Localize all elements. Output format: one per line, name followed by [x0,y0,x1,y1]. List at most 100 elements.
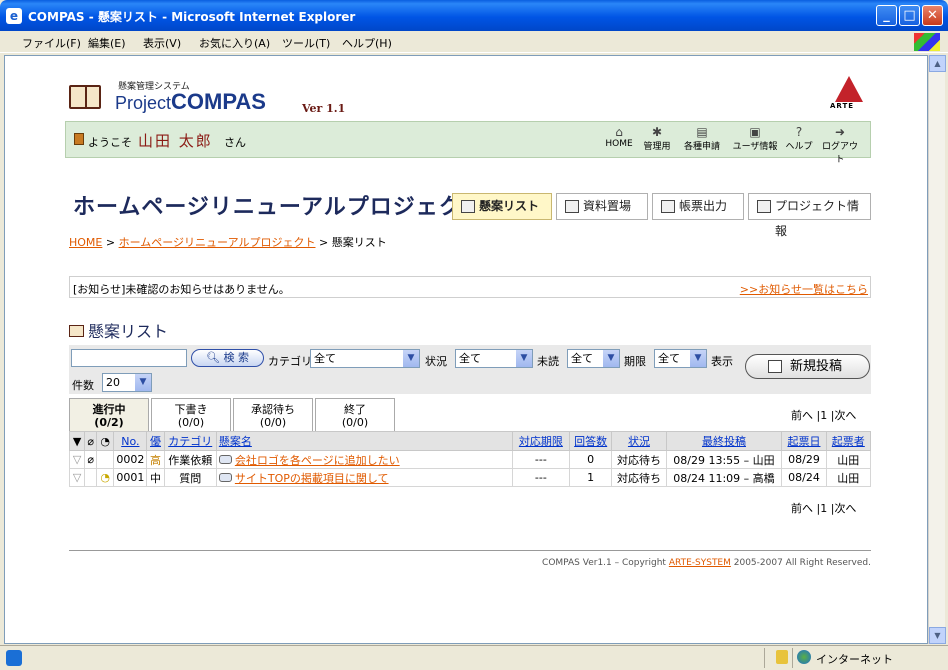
comment-icon: ◔ [96,468,115,487]
chevron-down-icon: ▼ [135,374,151,391]
notice-text: [お知らせ]未確認のお知らせはありません。 [73,283,290,296]
pager-next[interactable]: 次へ [834,502,856,515]
pager-top: 前へ |1 |次へ [791,409,857,422]
flag-column-icon[interactable]: ▼ [68,431,86,451]
deadline-select[interactable]: 全て ▼ [654,349,707,368]
row-no: 0001 [113,468,148,487]
menu-tools[interactable]: ツール(T) [282,35,330,51]
tab-project-info[interactable]: プロジェクト情報 [748,193,871,238]
column-title[interactable]: 懸案名 [215,431,513,451]
column-last-post[interactable]: 最終投稿 [665,431,783,451]
breadcrumb-separator: > [105,236,116,249]
pager-page[interactable]: 1 [820,502,827,515]
menu-favorites[interactable]: お気に入り(A) [199,35,270,51]
user-icon [74,133,84,145]
menu-edit[interactable]: 編集(E) [88,35,126,51]
count-select[interactable]: 20 ▼ [102,373,152,392]
nav-user-info[interactable]: ▣ ユーザ情報 [732,125,778,152]
nav-requests[interactable]: ▤ 各種申請 [681,125,723,152]
column-status[interactable]: 状況 [611,431,667,451]
status-tab-closed[interactable]: 終了 (0/0) [315,398,395,431]
status-tab-awaiting-approval[interactable]: 承認待ち (0/0) [233,398,313,431]
search-input[interactable] [71,349,187,367]
logout-icon: ➜ [834,125,846,139]
row-priority: 高 [146,450,165,469]
breadcrumb-separator: > [319,236,329,249]
row-created-date: 08/24 [781,468,827,487]
row-no: 0002 [113,450,148,469]
breadcrumb-current: 懸案リスト [331,236,387,249]
row-title-cell: サイトTOPの掲載項目に関して [215,468,513,487]
column-answers[interactable]: 回答数 [569,431,613,451]
maximize-button[interactable]: □ [899,5,920,26]
status-label: 状況 [425,355,447,368]
search-button[interactable]: 🔍︎ 検 索 [191,349,264,367]
attachment-column-icon[interactable]: ⌀ [84,431,98,451]
minimize-button[interactable]: _ [876,5,897,26]
scroll-up-icon[interactable]: ▲ [929,55,946,72]
comment-column-icon[interactable]: ◔ [96,431,115,451]
pager-next[interactable]: 次へ [834,409,856,422]
nav-help[interactable]: ? ヘルプ [785,125,813,152]
column-created-date[interactable]: 起票日 [781,431,827,451]
vertical-scrollbar[interactable]: ▲ ▼ [928,55,946,644]
folder-icon [565,200,579,213]
row-title-cell: 会社ロゴを各ページに追加したい [215,450,513,469]
new-post-button[interactable]: 新規投稿 [745,354,870,379]
flag-icon[interactable]: ▽ [68,468,86,487]
breadcrumb-project[interactable]: ホームページリニューアルプロジェクト [119,236,316,249]
row-title-link[interactable]: サイトTOPの掲載項目に関して [235,472,389,485]
column-priority[interactable]: 優 [146,431,165,451]
close-button[interactable]: ✕ [922,5,943,26]
column-category[interactable]: カテゴリ [163,431,217,451]
welcome-prefix: ようこそ [88,136,132,149]
book-logo-icon [69,85,101,109]
menu-bar: ファイル(F) 編集(E) 表示(V) お気に入り(A) ツール(T) ヘルプ(… [0,31,948,53]
column-author[interactable]: 起票者 [825,431,872,451]
unread-label: 未読 [537,355,559,368]
project-title: ホームページリニューアルプロジェクト [73,195,485,220]
pager-prev[interactable]: 前へ [791,409,813,422]
table-header-row: ▼ ⌀ ◔ No. 優 カテゴリ 懸案名 対応期限 回答数 状況 最終投稿 起票… [68,431,872,451]
row-last-post: 08/24 11:09 – 高橋 [665,468,783,487]
column-no[interactable]: No. [113,431,148,451]
logo[interactable]: ProjectCOMPAS [115,89,266,115]
scroll-down-icon[interactable]: ▼ [929,627,946,644]
status-tab-in-progress[interactable]: 進行中 (0/2) [69,398,149,432]
pager-prev[interactable]: 前へ [791,502,813,515]
pager-bottom: 前へ |1 |次へ [791,502,857,515]
category-label: カテゴリ [268,355,312,368]
row-title-link[interactable]: 会社ロゴを各ページに追加したい [235,454,400,467]
tab-documents[interactable]: 資料置場 [556,193,648,220]
list-heading: 懸案リスト [69,318,168,342]
pager-page[interactable]: 1 [820,409,827,422]
column-deadline[interactable]: 対応期限 [511,431,571,451]
nav-home[interactable]: ⌂ HOME [604,125,634,149]
attachment-icon: ⌀ [84,450,98,469]
footer-link[interactable]: ARTE-SYSTEM [669,558,731,568]
breadcrumb-home[interactable]: HOME [69,236,102,249]
category-select[interactable]: 全て ▼ [310,349,420,368]
status-tab-draft[interactable]: 下書き (0/0) [151,398,231,431]
menu-help[interactable]: ヘルプ(H) [342,35,392,51]
arte-logo: ARTE [827,76,871,112]
status-select[interactable]: 全て ▼ [455,349,533,368]
menu-file[interactable]: ファイル(F) [22,35,81,51]
row-status: 対応待ち [611,468,667,487]
notice-list-link[interactable]: >>お知らせ一覧はこちら [740,281,868,297]
flag-icon[interactable]: ▽ [68,450,86,469]
table-row[interactable]: ▽ ◔ 0001 中 質問 サイトTOPの掲載項目に関して --- 1 対応待ち… [68,468,872,487]
info-icon [757,200,771,213]
menu-view[interactable]: 表示(V) [143,35,181,51]
table-row[interactable]: ▽ ⌀ 0002 高 作業依頼 会社ロゴを各ページに追加したい --- 0 対応… [68,450,872,469]
home-icon: ⌂ [615,125,623,139]
logo-name: COMPAS [171,89,266,114]
tab-issue-list[interactable]: 懸案リスト [452,193,552,220]
chevron-down-icon: ▼ [690,350,706,367]
user-card-icon: ▣ [749,125,761,139]
nav-admin[interactable]: ✱ 管理用 [640,125,674,152]
tab-report-output[interactable]: 帳票出力 [652,193,744,220]
nav-logout[interactable]: ➜ ログアウト [818,125,862,165]
unread-select[interactable]: 全て ▼ [567,349,620,368]
ie-icon: e [6,8,22,24]
